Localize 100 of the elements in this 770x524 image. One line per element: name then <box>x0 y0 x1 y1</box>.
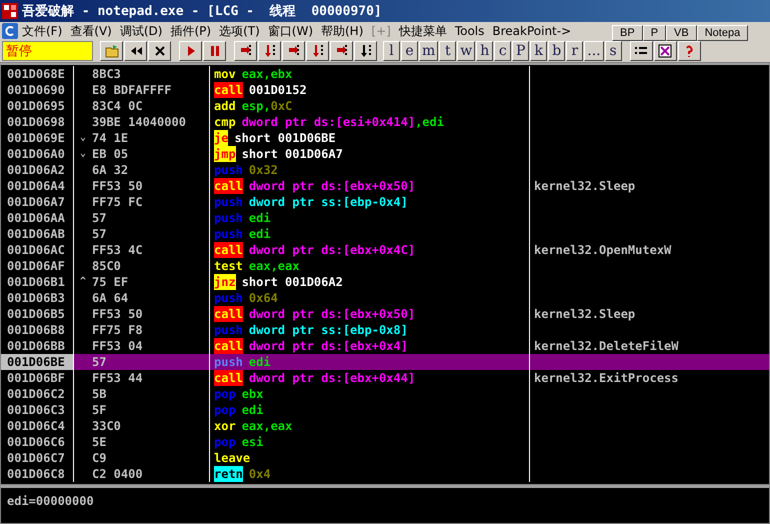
menu-item[interactable]: 查看(V) <box>66 22 116 40</box>
mnemonic: push <box>214 194 243 210</box>
mnemonic: jmp <box>214 146 236 162</box>
hex-bytes: 39BE 14040000 <box>92 114 186 130</box>
open-icon <box>104 44 118 58</box>
menu-item[interactable]: 插件(P) <box>166 22 216 40</box>
disassembly-row[interactable]: 001D06A0 ⌄ EB 05 jmp short 001D06A7 <box>1 146 769 162</box>
hex-bytes: 75 EF <box>92 274 128 290</box>
menu-item[interactable]: Tools <box>450 24 488 38</box>
window-button[interactable]: k <box>530 41 548 61</box>
close-button[interactable] <box>148 41 171 61</box>
mnemonic: cmp <box>214 114 236 130</box>
app-menu-icon[interactable] <box>2 23 18 39</box>
disassembly-row[interactable]: 001D06AC FF53 4C call dword ptr ds:[ebx+0x4C] kernel32.OpenMutexW <box>1 242 769 258</box>
window-button[interactable]: b <box>548 41 566 61</box>
mnemonic: call <box>214 82 243 98</box>
hex-bytes: 57 <box>92 210 106 226</box>
list-button[interactable] <box>630 41 653 61</box>
address-cell: 001D06B3 <box>1 290 74 306</box>
window-button[interactable]: h <box>476 41 494 61</box>
trace-over-button[interactable] <box>306 41 329 61</box>
window-button[interactable]: e <box>401 41 418 61</box>
hex-bytes: 8BC3 <box>92 66 121 82</box>
plugin-button[interactable]: VB <box>666 25 697 41</box>
comment-text: kernel32.OpenMutexW <box>533 243 672 257</box>
hex-bytes: FF75 FC <box>92 194 143 210</box>
disassembly-row[interactable]: 001D06AA 57 push edi <box>1 210 769 226</box>
menu-item[interactable]: 帮助(H) <box>317 22 368 40</box>
mnemonic: pop <box>214 434 236 450</box>
hex-bytes: EB 05 <box>92 146 128 162</box>
execute-till-return-icon <box>334 44 348 58</box>
window-button[interactable]: w <box>457 41 476 61</box>
execute-till-return-button[interactable] <box>330 41 353 61</box>
window-button[interactable]: c <box>494 41 512 61</box>
menu-item[interactable]: 窗口(W) <box>264 22 317 40</box>
window-button[interactable]: r <box>566 41 584 61</box>
address-cell: 001D06A7 <box>1 194 74 210</box>
run-button[interactable] <box>179 41 202 61</box>
step-into-button[interactable] <box>234 41 257 61</box>
disassembly-row[interactable]: 001D06C3 5F pop edi <box>1 402 769 418</box>
mnemonic: push <box>214 210 243 226</box>
window-button[interactable]: s <box>604 41 622 61</box>
disassembly-row[interactable]: 001D06B5 FF53 50 call dword ptr ds:[ebx+0x50] kernel32.Sleep <box>1 306 769 322</box>
hex-bytes: 57 <box>92 354 106 370</box>
restart-button[interactable] <box>124 41 147 61</box>
address-cell: 001D06C3 <box>1 402 74 418</box>
comment-text: kernel32.ExitProcess <box>533 371 678 385</box>
address-cell: 001D06C7 <box>1 450 74 466</box>
close-icon <box>152 44 166 58</box>
disassembly-row[interactable]: 001D06C2 5B pop ebx <box>1 386 769 402</box>
window-button[interactable]: t <box>439 41 456 61</box>
address-cell: 001D06AF <box>1 258 74 274</box>
window-button[interactable]: l <box>383 41 400 61</box>
menu-item[interactable]: 快捷菜单 <box>394 22 451 40</box>
comment-text: kernel32.Sleep <box>533 307 636 321</box>
grid-button[interactable] <box>654 41 677 61</box>
window-button[interactable]: P <box>512 41 530 61</box>
restart-icon <box>128 44 142 58</box>
menu-item[interactable]: 调试(D) <box>116 22 166 40</box>
hex-bytes: 6A 64 <box>92 290 128 306</box>
run-to-cursor-button[interactable] <box>354 41 377 61</box>
hex-bytes: FF75 F8 <box>92 322 143 338</box>
address-cell: 001D06C2 <box>1 386 74 402</box>
operand: edi <box>248 354 271 370</box>
operand: 0x4 <box>248 466 271 482</box>
disassembly-row[interactable]: 001D06B1 ^ 75 EF jnz short 001D06A2 <box>1 274 769 290</box>
operand: short 001D06A7 <box>242 146 343 162</box>
open-button[interactable] <box>100 41 123 61</box>
pause-button[interactable] <box>203 41 226 61</box>
disassembly-row[interactable]: 001D06BF FF53 44 call dword ptr ds:[ebx+0x44] kernel32.ExitProcess <box>1 370 769 386</box>
mnemonic: retn <box>214 466 243 482</box>
disassembly-row[interactable]: 001D06C6 5E pop esi <box>1 434 769 450</box>
hex-bytes: 33C0 <box>92 418 121 434</box>
plugin-button[interactable]: Notepa <box>696 25 748 41</box>
operand: short 001D06BE <box>234 130 336 146</box>
step-over-button[interactable] <box>258 41 281 61</box>
address-cell: 001D06AB <box>1 226 74 242</box>
comment-text: kernel32.DeleteFileW <box>533 339 678 353</box>
disassembly-row[interactable]: 001D06BE 57 push edi <box>1 354 769 370</box>
menu-item[interactable]: 文件(F) <box>18 22 66 40</box>
disassembly-row[interactable]: 001D069E ⌄ 74 1E je short 001D06BE <box>1 130 769 146</box>
window-button[interactable]: m <box>419 41 438 61</box>
disassembly-row[interactable]: 001D06A4 FF53 50 call dword ptr ds:[ebx+0x50] kernel32.Sleep <box>1 178 769 194</box>
disassembly-row[interactable]: 001D0695 83C4 0C add esp,0xC <box>1 98 769 114</box>
disassembly-row[interactable]: 001D06A7 FF75 FC push dword ptr ss:[ebp-0x4] <box>1 194 769 210</box>
window-button[interactable]: ... <box>584 41 604 61</box>
menu-item[interactable]: 选项(T) <box>215 22 264 40</box>
help-button[interactable] <box>678 41 701 61</box>
menu-item[interactable]: BreakPoint-> <box>488 24 576 38</box>
address-cell: 001D06AC <box>1 242 74 258</box>
plugin-button[interactable]: BP <box>612 25 643 41</box>
info-text: edi=00000000 <box>7 494 94 508</box>
operand: dword ptr ds:[ebx+0x4] <box>248 338 408 354</box>
disassembly-row[interactable]: 001D06C8 C2 0400 retn 0x4 <box>1 466 769 482</box>
plugin-button[interactable]: P <box>642 25 666 41</box>
mnemonic: call <box>214 338 243 354</box>
disassembly-row[interactable]: 001D0690 E8 BDFAFFFF call 001D0152 <box>1 82 769 98</box>
jump-marker: ⌄ <box>78 147 88 161</box>
trace-into-button[interactable] <box>282 41 305 61</box>
disassembly-row[interactable]: 001D06C4 33C0 xor eax,eax <box>1 418 769 434</box>
